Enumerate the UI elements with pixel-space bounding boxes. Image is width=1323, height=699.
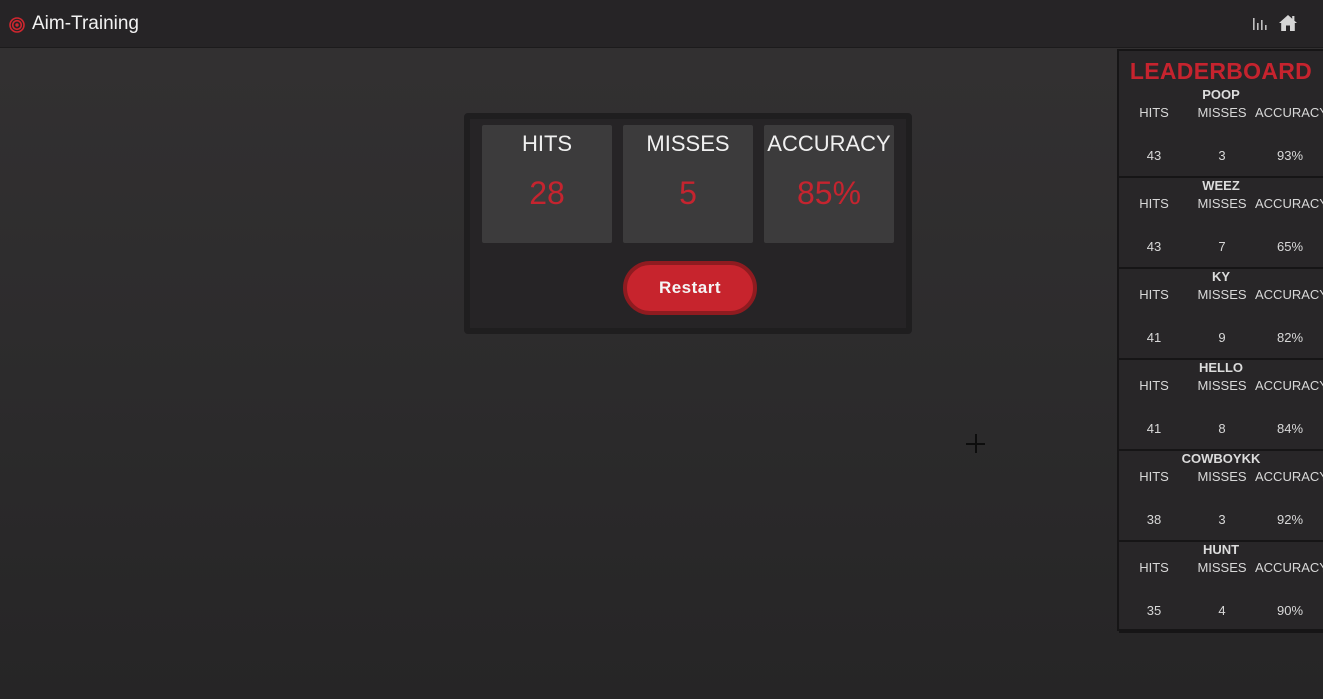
app-title: Aim-Training [32,13,139,34]
player-name: HUNT [1202,542,1240,557]
accuracy-column-header: ACCURACY [1255,560,1323,575]
player-name: COWBOYKK [1181,451,1261,466]
player-hits: 38 [1146,512,1162,527]
misses-label: MISSES [646,131,730,156]
player-misses: 8 [1218,421,1226,436]
player-misses: 3 [1218,512,1226,527]
player-hits: 43 [1146,148,1162,163]
misses-column-header: MISSES [1197,469,1247,484]
player-accuracy: 90% [1276,603,1304,618]
leaderboard-panel: LEADERBOARD POOP HITS MISSES ACCURACY 43… [1117,49,1323,633]
hits-column-header: HITS [1139,560,1169,575]
player-accuracy: 92% [1276,512,1304,527]
player-name: WEEZ [1202,178,1240,193]
restart-button[interactable]: Restart [623,261,757,315]
accuracy-value: 85% [796,175,862,211]
top-bar: Aim-Training [0,0,1323,48]
home-icon[interactable] [1278,13,1298,33]
player-accuracy: 82% [1276,330,1304,345]
hits-value: 28 [529,175,565,211]
accuracy-column-header: ACCURACY [1255,287,1323,302]
misses-value: 5 [679,175,697,211]
misses-column-header: MISSES [1197,560,1247,575]
leaderboard-entry: HUNT HITS MISSES ACCURACY 35 4 90% [1119,542,1323,633]
leaderboard-entry: WEEZ HITS MISSES ACCURACY 43 7 65% [1119,178,1323,269]
misses-column-header: MISSES [1197,378,1247,393]
accuracy-column-header: ACCURACY [1255,196,1323,211]
bar-chart-icon[interactable] [1252,15,1268,31]
accuracy-stat: ACCURACY 85% [764,125,894,243]
aim-training-app: Aim-Training HITS 28 MISSES 5 ACCURACY 8… [0,0,1323,699]
hits-stat: HITS 28 [482,125,612,243]
player-name: POOP [1202,87,1240,102]
misses-column-header: MISSES [1197,105,1247,120]
accuracy-label: ACCURACY [767,131,891,156]
hits-column-header: HITS [1139,105,1169,120]
player-hits: 35 [1146,603,1162,618]
player-misses: 9 [1218,330,1226,345]
results-card: HITS 28 MISSES 5 ACCURACY 85% Restart [464,113,912,334]
player-accuracy: 93% [1276,148,1304,163]
leaderboard-entry: HELLO HITS MISSES ACCURACY 41 8 84% [1119,360,1323,451]
leaderboard-entry: KY HITS MISSES ACCURACY 41 9 82% [1119,269,1323,360]
player-accuracy: 65% [1276,239,1304,254]
player-misses: 3 [1218,148,1226,163]
target-logo-icon [9,17,25,33]
misses-stat: MISSES 5 [623,125,753,243]
accuracy-column-header: ACCURACY [1255,378,1323,393]
misses-column-header: MISSES [1197,287,1247,302]
leaderboard-entry: COWBOYKK HITS MISSES ACCURACY 38 3 92% [1119,451,1323,542]
hits-column-header: HITS [1139,378,1169,393]
player-accuracy: 84% [1276,421,1304,436]
accuracy-column-header: ACCURACY [1255,469,1323,484]
leaderboard-entry: POOP HITS MISSES ACCURACY 43 3 93% [1119,87,1323,178]
accuracy-column-header: ACCURACY [1255,105,1323,120]
hits-column-header: HITS [1139,469,1169,484]
leaderboard-title: LEADERBOARD [1129,58,1313,84]
crosshair-cursor-icon [966,434,986,454]
player-name: HELLO [1198,360,1244,375]
player-hits: 41 [1146,421,1162,436]
player-name: KY [1211,269,1231,284]
misses-column-header: MISSES [1197,196,1247,211]
hits-column-header: HITS [1139,196,1169,211]
player-hits: 41 [1146,330,1162,345]
player-misses: 4 [1218,603,1226,618]
player-misses: 7 [1218,239,1226,254]
hits-label: HITS [521,131,573,156]
hits-column-header: HITS [1139,287,1169,302]
player-hits: 43 [1146,239,1162,254]
